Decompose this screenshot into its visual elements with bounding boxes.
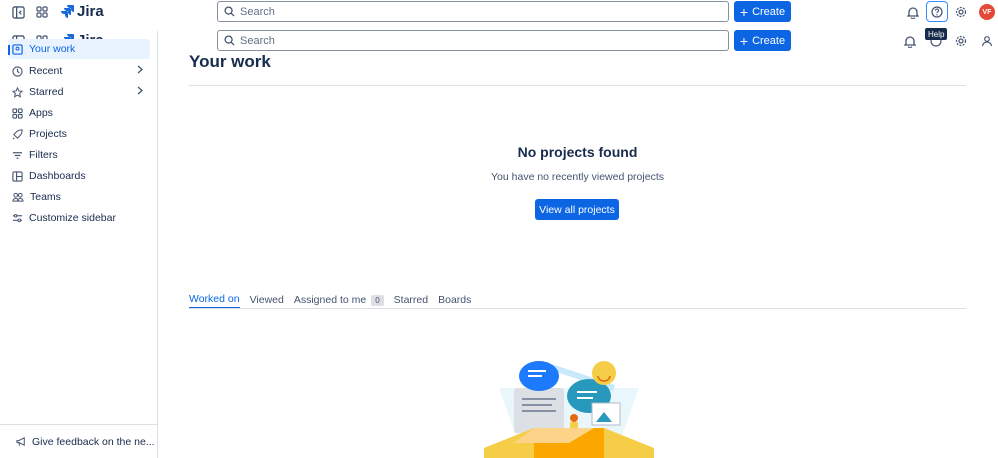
- sidebar-item-label: Filters: [29, 149, 58, 161]
- tab-viewed[interactable]: Viewed: [250, 292, 284, 309]
- sidebar: Your work Recent Starred Apps Projects F…: [0, 31, 158, 458]
- divider: [189, 85, 966, 86]
- jira-logo-icon: [61, 5, 74, 18]
- chevron-right-icon[interactable]: [136, 86, 144, 98]
- sidebar-item-label: Your work: [29, 43, 76, 55]
- sidebar-item-label: Apps: [29, 107, 53, 119]
- megaphone-icon: [16, 437, 25, 446]
- main-content: Your work No projects found You have no …: [189, 0, 966, 458]
- rocket-icon: [12, 128, 23, 139]
- tab-divider: [189, 308, 966, 309]
- give-feedback-button[interactable]: Give feedback on the ne...: [0, 424, 158, 458]
- view-all-projects-button[interactable]: View all projects: [535, 199, 619, 220]
- customize-icon: [12, 213, 23, 222]
- app-name: Jira: [77, 3, 104, 20]
- sidebar-item-apps[interactable]: Apps: [8, 103, 150, 123]
- empty-state-title: No projects found: [517, 144, 638, 160]
- clock-icon: [12, 65, 23, 77]
- apps-icon: [12, 107, 23, 119]
- dashboard-icon: [12, 170, 23, 182]
- tab-boards[interactable]: Boards: [438, 292, 471, 309]
- tab-starred[interactable]: Starred: [394, 292, 428, 309]
- sidebar-item-label: Starred: [29, 86, 64, 98]
- sidebar-item-label: Projects: [29, 128, 67, 140]
- profile-icon[interactable]: [978, 32, 996, 50]
- teams-icon: [12, 192, 24, 202]
- sidebar-item-customize-sidebar[interactable]: Customize sidebar: [8, 208, 150, 228]
- empty-state-subtitle: You have no recently viewed projects: [491, 171, 664, 183]
- sidebar-item-teams[interactable]: Teams: [8, 187, 150, 207]
- filter-icon: [12, 151, 23, 159]
- sidebar-item-your-work[interactable]: Your work: [8, 39, 150, 59]
- page-title: Your work: [189, 52, 271, 71]
- user-avatar[interactable]: VF: [979, 4, 995, 20]
- app-switcher-icon[interactable]: [33, 3, 51, 21]
- sidebar-item-label: Customize sidebar: [29, 212, 116, 224]
- star-icon: [12, 86, 23, 98]
- tab-assigned-to-me[interactable]: Assigned to me 0: [294, 292, 384, 309]
- sidebar-item-label: Recent: [29, 65, 63, 77]
- sidebar-item-filters[interactable]: Filters: [8, 145, 150, 165]
- sidebar-item-projects[interactable]: Projects: [8, 124, 150, 144]
- work-tabs: Worked on Viewed Assigned to me 0 Starre…: [189, 292, 471, 309]
- sidebar-item-label: Teams: [30, 191, 61, 203]
- chevron-right-icon[interactable]: [136, 65, 144, 77]
- jira-logo[interactable]: Jira: [60, 3, 104, 20]
- active-indicator: [8, 45, 10, 55]
- sidebar-item-starred[interactable]: Starred: [8, 82, 150, 102]
- sidebar-item-dashboards[interactable]: Dashboards: [8, 166, 150, 186]
- sidebar-item-recent[interactable]: Recent: [8, 61, 150, 81]
- your-work-icon: [12, 43, 23, 55]
- empty-box-illustration: [484, 361, 654, 458]
- sidebar-item-label: Dashboards: [29, 170, 86, 182]
- count-badge: 0: [371, 294, 384, 306]
- sidebar-toggle-icon[interactable]: [9, 3, 27, 21]
- tab-worked-on[interactable]: Worked on: [189, 292, 240, 309]
